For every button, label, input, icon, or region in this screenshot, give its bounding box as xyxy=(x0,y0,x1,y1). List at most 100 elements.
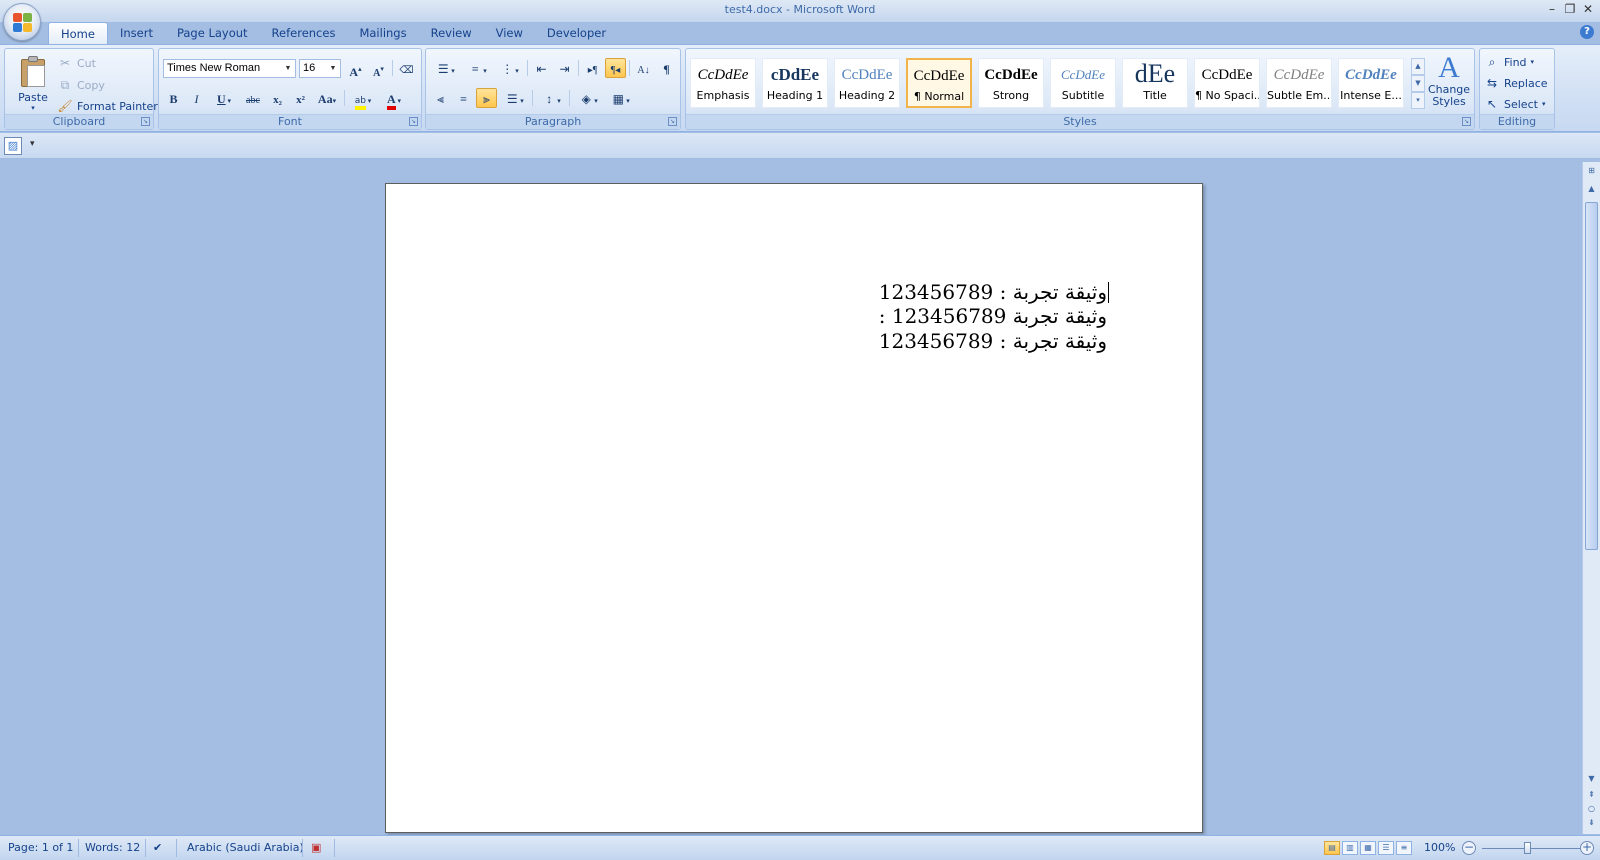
align-left-button[interactable]: ⫷ xyxy=(430,88,451,108)
style-sample: cDdEe xyxy=(770,65,820,84)
document-line-3[interactable]: وثيقة تجربة : 123456789 xyxy=(879,329,1107,353)
borders-button[interactable]: ▦ ▾ xyxy=(605,88,635,108)
strikethrough-button[interactable]: abc xyxy=(241,88,265,108)
shrink-font-button[interactable]: A▾ xyxy=(368,58,389,79)
print-layout-icon[interactable]: ▤ xyxy=(1324,841,1340,855)
style-strong[interactable]: CcDdEe Strong xyxy=(978,58,1044,108)
change-styles-button[interactable]: A Change Styles xyxy=(1426,52,1472,108)
line-spacing-button[interactable]: ↕ ▾ xyxy=(536,88,566,108)
subscript-button[interactable]: x₂ xyxy=(267,88,288,108)
sort-button[interactable]: A↓ xyxy=(633,58,654,78)
style-title[interactable]: dEe Title xyxy=(1122,58,1188,108)
document-page[interactable]: وثيقة تجربة : 123456789 وثيقة تجربة 1234… xyxy=(385,183,1203,833)
style-normal[interactable]: CcDdEe ¶ Normal xyxy=(906,58,972,108)
style-intense-emphasis[interactable]: CcDdEe Intense E... xyxy=(1338,58,1404,108)
justify-button[interactable]: ☰ ▾ xyxy=(499,88,529,108)
paragraph-launcher-icon[interactable]: ↘ xyxy=(668,117,677,126)
tab-developer[interactable]: Developer xyxy=(535,22,618,44)
chevron-up-icon[interactable]: ▲ xyxy=(1411,58,1425,75)
highlight-button[interactable]: ab ▾ xyxy=(348,88,378,110)
macro-record-icon[interactable]: ▣ xyxy=(311,841,321,854)
copy-button[interactable]: ⧉ Copy xyxy=(57,77,105,93)
paste-button[interactable]: Paste ▾ xyxy=(13,53,53,112)
help-icon[interactable]: ? xyxy=(1580,25,1594,39)
select-button[interactable]: ↖ Select ▾ xyxy=(1484,96,1545,112)
zoom-slider-thumb[interactable] xyxy=(1524,842,1531,854)
change-case-button[interactable]: Aa▾ xyxy=(313,88,341,108)
outline-icon[interactable]: ☰ xyxy=(1378,841,1394,855)
restore-button[interactable]: ❐ xyxy=(1562,2,1578,18)
italic-button[interactable]: I xyxy=(186,88,207,108)
shading-button[interactable]: ◈ ▾ xyxy=(573,88,603,108)
ltr-button[interactable]: ▸¶ xyxy=(582,58,603,78)
font-color-label: A xyxy=(387,92,396,110)
increase-indent-button[interactable]: ⇥ xyxy=(554,58,575,78)
minimize-button[interactable]: – xyxy=(1544,2,1560,18)
chevron-down-icon[interactable]: ▼ xyxy=(1411,75,1425,92)
picture-button[interactable]: ▨ xyxy=(4,137,22,155)
tab-references[interactable]: References xyxy=(260,22,348,44)
multilevel-list-button[interactable]: ⋮ ▾ xyxy=(494,58,524,78)
align-right-button[interactable]: ⫸ xyxy=(476,88,497,108)
cut-button[interactable]: ✂ Cut xyxy=(57,55,96,71)
tab-insert[interactable]: Insert xyxy=(108,22,165,44)
editing-group: ⌕ Find ▾ ⇆ Replace ↖ Select ▾ Editing xyxy=(1479,48,1555,130)
style-emphasis[interactable]: CcDdEe Emphasis xyxy=(690,58,756,108)
superscript-button[interactable]: x² xyxy=(290,88,311,108)
format-painter-button[interactable]: 🖌 Format Painter xyxy=(57,98,157,114)
zoom-in-icon[interactable]: + xyxy=(1580,841,1594,855)
style-subtitle[interactable]: CcDdEe Subtitle xyxy=(1050,58,1116,108)
web-layout-icon[interactable]: ▦ xyxy=(1360,841,1376,855)
align-center-button[interactable]: ≡ xyxy=(453,88,474,108)
clipboard-launcher-icon[interactable]: ↘ xyxy=(141,117,150,126)
previous-page-icon[interactable]: ⇞ xyxy=(1584,788,1599,802)
bullets-button[interactable]: ☰ ▾ xyxy=(430,58,460,78)
style-heading-1[interactable]: cDdEe Heading 1 xyxy=(762,58,828,108)
style-subtle-emphasis[interactable]: CcDdEe Subtle Em... xyxy=(1266,58,1332,108)
underline-button[interactable]: U ▾ xyxy=(209,88,239,108)
style-no-spacing[interactable]: CcDdEe ¶ No Spaci... xyxy=(1194,58,1260,108)
ruler-toggle-icon[interactable]: ⊞ xyxy=(1584,164,1599,178)
scroll-down-icon[interactable]: ▼ xyxy=(1584,772,1599,786)
font-name-combo[interactable]: Times New Roman ▼ xyxy=(163,59,296,78)
find-button[interactable]: ⌕ Find ▾ xyxy=(1484,54,1534,70)
font-size-combo[interactable]: 16 ▼ xyxy=(299,59,341,78)
zoom-level[interactable]: 100% xyxy=(1424,841,1455,854)
grow-font-button[interactable]: A▴ xyxy=(345,58,366,79)
show-marks-button[interactable]: ¶ xyxy=(656,58,677,78)
customize-toolbar-icon[interactable]: ▾ xyxy=(30,139,35,149)
zoom-out-icon[interactable]: − xyxy=(1462,841,1476,855)
next-page-icon[interactable]: ⇟ xyxy=(1584,816,1599,830)
tab-mailings[interactable]: Mailings xyxy=(347,22,418,44)
tab-review[interactable]: Review xyxy=(419,22,484,44)
document-line-2[interactable]: وثيقة تجربة 123456789 : xyxy=(879,304,1107,328)
page-count[interactable]: Page: 1 of 1 xyxy=(8,841,73,854)
clear-formatting-button[interactable]: ⌫ xyxy=(396,58,417,78)
replace-button[interactable]: ⇆ Replace xyxy=(1484,75,1548,91)
bold-button[interactable]: B xyxy=(163,88,184,108)
scrollbar-thumb[interactable] xyxy=(1585,202,1598,550)
numbering-button[interactable]: ≡ ▾ xyxy=(462,58,492,78)
scroll-up-icon[interactable]: ▲ xyxy=(1584,182,1599,196)
font-launcher-icon[interactable]: ↘ xyxy=(409,117,418,126)
vertical-scrollbar[interactable]: ⊞ ▲ ▼ ⇞ ○ ⇟ xyxy=(1582,162,1600,834)
office-button[interactable] xyxy=(3,3,41,41)
gallery-more-icon[interactable]: ▾ xyxy=(1411,92,1425,109)
zoom-slider-track[interactable] xyxy=(1482,848,1582,849)
tab-home[interactable]: Home xyxy=(48,22,108,44)
rtl-button[interactable]: ¶◂ xyxy=(605,58,626,78)
close-button[interactable]: ✕ xyxy=(1580,2,1596,18)
tab-page-layout[interactable]: Page Layout xyxy=(165,22,260,44)
browse-object-icon[interactable]: ○ xyxy=(1584,802,1599,816)
tab-view[interactable]: View xyxy=(484,22,535,44)
language-indicator[interactable]: Arabic (Saudi Arabia) xyxy=(187,841,304,854)
style-heading-2[interactable]: CcDdEe Heading 2 xyxy=(834,58,900,108)
paste-label: Paste xyxy=(18,91,48,104)
decrease-indent-button[interactable]: ⇤ xyxy=(531,58,552,78)
word-count[interactable]: Words: 12 xyxy=(85,841,140,854)
full-screen-reading-icon[interactable]: ▥ xyxy=(1342,841,1358,855)
draft-icon[interactable]: ≡ xyxy=(1396,841,1412,855)
font-color-button[interactable]: A ▾ xyxy=(380,88,408,110)
proofing-icon[interactable]: ✔ xyxy=(153,841,162,854)
document-line-1[interactable]: وثيقة تجربة : 123456789 xyxy=(879,280,1107,304)
